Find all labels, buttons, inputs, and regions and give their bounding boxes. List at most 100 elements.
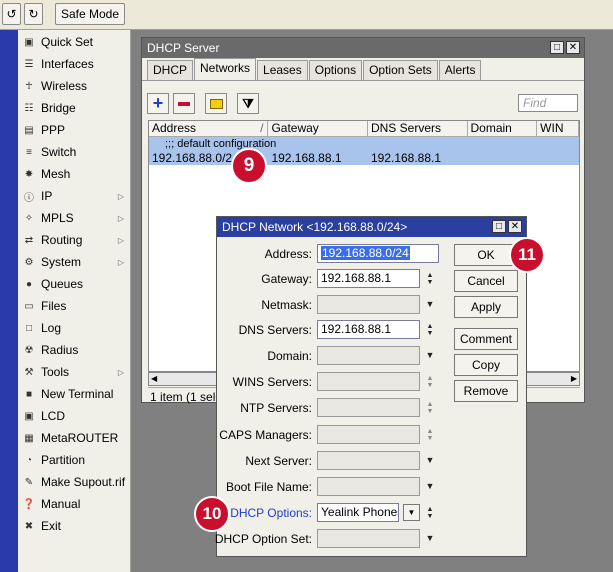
sidebar-item-label: Mesh <box>41 167 71 181</box>
comment-button[interactable]: Comment <box>454 328 518 350</box>
sidebar-item-label: LCD <box>41 409 66 423</box>
sidebar-item-label: System <box>41 255 82 269</box>
caps-field[interactable] <box>317 425 420 444</box>
sidebar-item-bridge[interactable]: ☷ Bridge <box>18 97 130 119</box>
address-value: 192.168.88.0/24 <box>321 246 410 260</box>
sidebar-item-ppp[interactable]: ▤ PPP <box>18 119 130 141</box>
dhcp-options-spin-icon[interactable]: ▲ ▼ <box>425 505 435 520</box>
scroll-left-icon[interactable]: ◀ <box>151 374 157 383</box>
sidebar-item-tools[interactable]: ⚒ Tools ▷ <box>18 361 130 383</box>
sidebar-item-label: MPLS <box>41 211 74 225</box>
sidebar-item-partition[interactable]: ◔ Partition <box>18 449 130 471</box>
dhcp-option-set-label: DHCP Option Set: <box>214 532 312 546</box>
boot-file-dropdown-icon[interactable]: ▼ <box>425 481 435 491</box>
tools-icon: ⚒ <box>24 366 34 378</box>
dns-field[interactable]: 192.168.88.1 <box>317 320 420 339</box>
copy-button[interactable]: Copy <box>454 354 518 376</box>
submenu-arrow-icon: ▷ <box>117 213 124 223</box>
wins-spin-icon[interactable]: ▲ ▼ <box>425 374 435 389</box>
next-server-label: Next Server: <box>245 454 312 468</box>
sidebar-item-queues[interactable]: ● Queues <box>18 273 130 295</box>
netmask-label: Netmask: <box>261 298 312 312</box>
undo-icon[interactable]: ↺ <box>2 3 21 25</box>
sidebar-item-switch[interactable]: ≡ Switch <box>18 141 130 163</box>
gateway-spin-icon[interactable]: ▲ ▼ <box>425 271 435 286</box>
sidebar-item-wireless[interactable]: ☥ Wireless <box>18 75 130 97</box>
sidebar-item-label: Files <box>41 299 67 313</box>
sidebar-item-system[interactable]: ⚙ System ▷ <box>18 251 130 273</box>
next-server-dropdown-icon[interactable]: ▼ <box>425 455 435 465</box>
row-dhcp-options: DHCP Options: Yealink Phones ▼ ▲ ▼ <box>216 503 526 523</box>
sidebar-item-radius[interactable]: ☢ Radius <box>18 339 130 361</box>
remove-icon[interactable] <box>173 93 195 114</box>
sidebar-item-metarouter[interactable]: ▦ MetaROUTER <box>18 427 130 449</box>
remove-button[interactable]: Remove <box>454 380 518 402</box>
dhcp-server-title: DHCP Server <box>147 41 220 55</box>
tab-dhcp[interactable]: DHCP <box>147 60 194 80</box>
sidebar-item-label: Manual <box>41 497 81 511</box>
apply-button[interactable]: Apply <box>454 296 518 318</box>
dhcp-options-select-icon[interactable]: ▼ <box>403 504 420 521</box>
sidebar-item-routing[interactable]: ⇄ Routing ▷ <box>18 229 130 251</box>
lcd-icon: ▣ <box>24 410 34 422</box>
dhcp-option-set-field[interactable] <box>317 529 420 548</box>
sidebar-item-interfaces[interactable]: ☰ Interfaces <box>18 53 130 75</box>
sidebar-item-label: Wireless <box>41 79 88 93</box>
sidebar-item-label: Partition <box>41 453 86 467</box>
next-server-field[interactable] <box>317 451 420 470</box>
mpls-icon: ✧ <box>24 212 34 224</box>
gateway-label: Gateway: <box>261 272 312 286</box>
row-boot-file: Boot File Name: ▼ <box>216 477 526 497</box>
boot-file-field[interactable] <box>317 477 420 496</box>
safe-mode-button[interactable]: Safe Mode <box>55 3 125 25</box>
sidebar-item-manual[interactable]: ❓ Manual <box>18 493 130 515</box>
wins-field[interactable] <box>317 372 420 391</box>
dhcp-options-label[interactable]: DHCP Options: <box>230 506 312 520</box>
dns-spin-icon[interactable]: ▲ ▼ <box>425 322 435 337</box>
sidebar-item-new-terminal[interactable]: ■ New Terminal <box>18 383 130 405</box>
sidebar-item-lcd[interactable]: ▣ LCD <box>18 405 130 427</box>
domain-dropdown-icon[interactable]: ▼ <box>425 350 435 360</box>
gateway-field[interactable]: 192.168.88.1 <box>317 269 420 288</box>
domain-field[interactable] <box>317 346 420 365</box>
sidebar-item-make-supout-rif[interactable]: ✎ Make Supout.rif <box>18 471 130 493</box>
dhcp-options-field[interactable]: Yealink Phones <box>317 503 399 522</box>
sidebar-item-mpls[interactable]: ✧ MPLS ▷ <box>18 207 130 229</box>
sidebar-item-mesh[interactable]: ✸ Mesh <box>18 163 130 185</box>
address-field[interactable]: 192.168.88.0/24 <box>317 244 439 263</box>
routing-icon: ⇄ <box>24 234 34 246</box>
badge-11: 11 <box>509 237 545 273</box>
sidebar-item-label: Radius <box>41 343 79 357</box>
submenu-arrow-icon: ▷ <box>117 191 124 201</box>
supout-icon: ✎ <box>24 476 34 488</box>
dhcp-option-set-dropdown-icon[interactable]: ▼ <box>425 533 435 543</box>
dns-label: DNS Servers: <box>238 323 312 337</box>
sidebar-item-quick-set[interactable]: ▣ Quick Set <box>18 31 130 53</box>
sidebar-item-label: Queues <box>41 277 84 291</box>
netmask-field[interactable] <box>317 295 420 314</box>
cancel-button[interactable]: Cancel <box>454 270 518 292</box>
sidebar-item-label: Routing <box>41 233 83 247</box>
exit-icon: ✖ <box>24 520 34 532</box>
ntp-field[interactable] <box>317 398 420 417</box>
terminal-icon: ■ <box>25 388 33 400</box>
caps-spin-icon[interactable]: ▲ ▼ <box>425 427 435 442</box>
system-icon: ⚙ <box>24 256 34 268</box>
redo-icon[interactable]: ↻ <box>24 3 43 25</box>
sidebar-item-files[interactable]: ▭ Files <box>18 295 130 317</box>
sidebar-item-exit[interactable]: ✖ Exit <box>18 515 130 537</box>
left-brand-bar <box>0 30 18 572</box>
sidebar-item-label: Interfaces <box>41 57 94 71</box>
netmask-dropdown-icon[interactable]: ▼ <box>425 299 435 309</box>
queues-icon: ● <box>25 278 33 290</box>
row-next-server: Next Server: ▼ <box>216 451 526 471</box>
add-icon[interactable]: + <box>147 93 169 114</box>
ntp-spin-icon[interactable]: ▲ ▼ <box>425 400 435 415</box>
partition-icon: ◔ <box>25 454 33 466</box>
sidebar-item-label: PPP <box>41 123 66 137</box>
badge-9: 9 <box>231 148 267 184</box>
sidebar-item-ip[interactable]: ⓘ IP ▷ <box>18 185 130 207</box>
side-menu: ▣ Quick Set ☰ Interfaces ☥ Wireless ☷ Bridge ▤ PP… <box>18 30 131 572</box>
sidebar-item-label: IP <box>41 189 53 203</box>
sidebar-item-log[interactable]: □ Log <box>18 317 130 339</box>
